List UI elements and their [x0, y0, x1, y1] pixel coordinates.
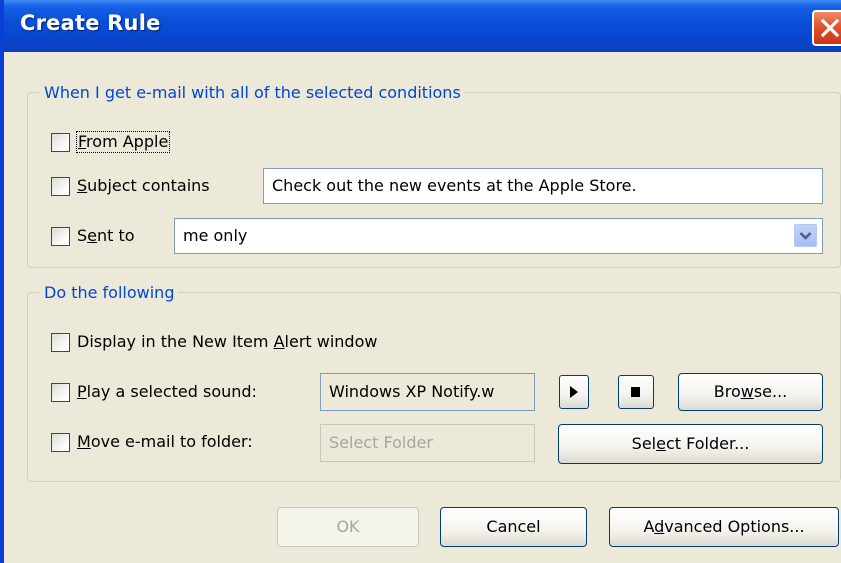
stop-sound-button[interactable] — [618, 375, 654, 409]
subject-checkbox[interactable] — [51, 177, 70, 196]
alert-label[interactable]: Display in the New Item Alert window — [77, 332, 377, 352]
conditions-legend: When I get e-mail with all of the select… — [40, 83, 465, 103]
folder-field: Select Folder — [320, 424, 535, 462]
subject-input[interactable]: Check out the new events at the Apple St… — [263, 168, 823, 204]
play-icon — [570, 386, 578, 398]
alert-checkbox[interactable] — [51, 333, 70, 352]
cancel-button[interactable]: Cancel — [440, 507, 587, 547]
sound-label[interactable]: Play a selected sound: — [77, 382, 257, 402]
subject-label[interactable]: Subject contains — [77, 176, 210, 196]
play-sound-button[interactable] — [559, 375, 589, 409]
browse-button[interactable]: Browse... — [678, 373, 823, 411]
sound-checkbox[interactable] — [51, 383, 70, 402]
sent-to-value: me only — [183, 226, 248, 245]
close-button[interactable] — [812, 10, 841, 46]
sent-to-dropdown-button[interactable] — [794, 224, 817, 247]
sent-to-label[interactable]: Sent to — [77, 226, 135, 246]
close-icon — [820, 18, 840, 38]
sent-to-select[interactable]: me only — [174, 218, 823, 254]
actions-legend: Do the following — [40, 283, 179, 303]
chevron-down-icon — [799, 232, 812, 240]
ok-button: OK — [277, 507, 419, 547]
move-checkbox[interactable] — [51, 433, 70, 452]
title-bar[interactable]: Create Rule — [4, 0, 841, 52]
window-title: Create Rule — [20, 11, 161, 35]
stop-icon — [631, 387, 640, 397]
advanced-options-button[interactable]: Advanced Options... — [609, 507, 839, 547]
from-label[interactable]: From Apple — [75, 131, 171, 153]
sent-to-checkbox[interactable] — [51, 227, 70, 246]
from-checkbox[interactable] — [51, 133, 70, 152]
select-folder-button[interactable]: Select Folder... — [558, 424, 823, 464]
create-rule-dialog: Create Rule When I get e-mail with all o… — [0, 0, 841, 563]
sound-file-field[interactable]: Windows XP Notify.w — [320, 373, 535, 411]
move-label[interactable]: Move e-mail to folder: — [77, 432, 253, 452]
